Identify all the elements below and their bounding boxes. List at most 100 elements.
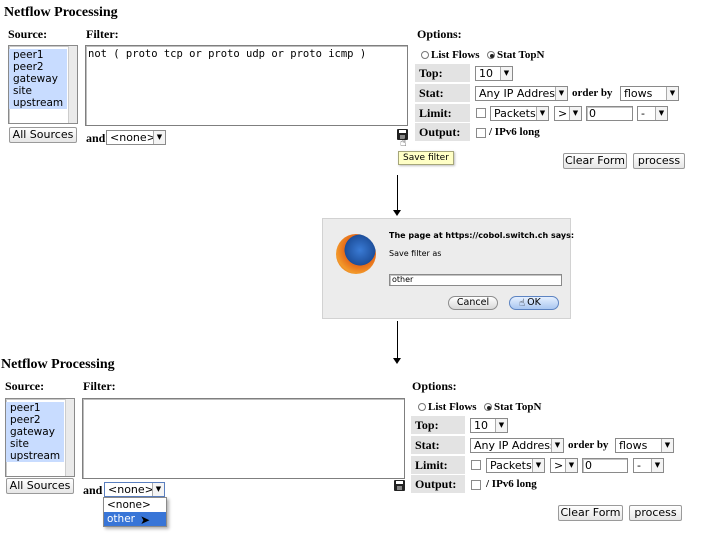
source-item-peer1[interactable]: peer1 xyxy=(9,49,67,61)
source-item-peer1[interactable]: peer1 xyxy=(6,402,64,414)
limit-unit-value: - xyxy=(641,107,645,120)
stat-topn-radio[interactable] xyxy=(484,403,492,411)
source-list[interactable]: peer1 peer2 gateway site upstream xyxy=(8,45,78,124)
limit-value-input[interactable]: 0 xyxy=(582,458,628,473)
stat-label: Stat: xyxy=(415,84,470,102)
options-label: Options: xyxy=(412,379,457,393)
stat-topn-label: Stat TopN xyxy=(494,401,542,413)
limit-value-input[interactable]: 0 xyxy=(586,106,633,121)
and-label: and xyxy=(83,483,103,497)
limit-operator-select[interactable]: > ▼ xyxy=(554,106,582,121)
order-by-label: order by xyxy=(568,439,609,451)
stat-select[interactable]: Any IP Address ▼ xyxy=(470,438,564,453)
output-checkbox[interactable] xyxy=(471,480,481,490)
ipv6-long-label: / IPv6 long xyxy=(489,126,540,138)
options-label: Options: xyxy=(417,27,462,41)
chevron-down-icon: ▼ xyxy=(655,107,667,120)
dialog-prompt: Save filter as xyxy=(389,249,442,258)
clear-form-button[interactable]: Clear Form xyxy=(558,505,623,521)
limit-label: Limit: xyxy=(411,456,465,474)
list-flows-label: List Flows xyxy=(431,49,480,61)
chevron-down-icon: ▼ xyxy=(551,439,563,452)
page-title: Netflow Processing xyxy=(1,357,115,372)
all-sources-button[interactable]: All Sources xyxy=(6,478,74,494)
limit-checkbox[interactable] xyxy=(476,108,486,118)
flow-arrow-line xyxy=(397,175,398,211)
filter-label: Filter: xyxy=(83,379,116,393)
source-list-scrollbar[interactable] xyxy=(65,399,74,476)
chevron-down-icon: ▼ xyxy=(495,419,507,432)
source-list-scrollbar[interactable] xyxy=(68,46,77,123)
all-sources-button[interactable]: All Sources xyxy=(9,127,77,143)
chevron-down-icon: ▼ xyxy=(500,67,512,80)
and-filter-dropdown[interactable]: <none> other xyxy=(103,497,167,527)
dialog-message: The page at https://cobol.switch.ch says… xyxy=(389,231,575,240)
limit-operator-select[interactable]: > ▼ xyxy=(550,458,578,473)
dialog-filter-name-input[interactable]: other xyxy=(389,274,562,286)
source-item-gateway[interactable]: gateway xyxy=(9,73,67,85)
top-label: Top: xyxy=(411,416,465,434)
chevron-down-icon: ▼ xyxy=(651,459,663,472)
chevron-down-icon: ▼ xyxy=(536,107,548,120)
top-select-value: 10 xyxy=(474,419,488,432)
stat-label: Stat: xyxy=(411,436,465,454)
limit-label: Limit: xyxy=(415,104,470,122)
flow-arrow-head xyxy=(393,210,401,216)
source-item-site[interactable]: site xyxy=(6,438,64,450)
and-filter-select-value: <none> xyxy=(108,483,154,496)
top-select[interactable]: 10 ▼ xyxy=(475,66,513,81)
mouse-pointer-icon: ➤ xyxy=(140,513,151,527)
source-item-upstream[interactable]: upstream xyxy=(6,450,64,462)
limit-unit-select[interactable]: - ▼ xyxy=(633,458,664,473)
order-by-label: order by xyxy=(572,87,613,99)
output-label: Output: xyxy=(415,123,470,141)
and-filter-select-value: <none> xyxy=(110,131,156,144)
top-select-value: 10 xyxy=(479,67,493,80)
output-checkbox[interactable] xyxy=(476,128,486,138)
limit-operator-value: > xyxy=(558,107,568,120)
clear-form-button[interactable]: Clear Form xyxy=(563,153,627,169)
limit-checkbox[interactable] xyxy=(471,460,481,470)
source-item-site[interactable]: site xyxy=(9,85,67,97)
process-button[interactable]: process xyxy=(633,153,685,169)
chevron-down-icon: ▼ xyxy=(532,459,544,472)
limit-type-select-value: Packets xyxy=(490,459,532,472)
and-filter-select[interactable]: <none> ▼ xyxy=(106,130,166,145)
dialog-ok-button[interactable]: OK xyxy=(509,296,559,310)
order-by-select-value: flows xyxy=(619,439,648,452)
limit-unit-value: - xyxy=(637,459,641,472)
output-label: Output: xyxy=(411,475,465,493)
dropdown-option-other[interactable]: other xyxy=(104,512,166,526)
save-filter-icon[interactable] xyxy=(394,480,405,491)
order-by-select[interactable]: flows ▼ xyxy=(620,86,679,101)
limit-type-select-value: Packets xyxy=(494,107,536,120)
stat-select-value: Any IP Address xyxy=(479,87,561,100)
limit-unit-select[interactable]: - ▼ xyxy=(637,106,668,121)
flow-arrow-line xyxy=(397,321,398,359)
limit-type-select[interactable]: Packets ▼ xyxy=(486,458,545,473)
chevron-down-icon: ▼ xyxy=(661,439,673,452)
stat-select[interactable]: Any IP Address ▼ xyxy=(475,86,568,101)
list-flows-radio[interactable] xyxy=(418,403,426,411)
and-filter-select[interactable]: <none> ▼ xyxy=(104,482,165,497)
stat-select-value: Any IP Address xyxy=(474,439,556,452)
filter-textarea[interactable]: not ( proto tcp or proto udp or proto ic… xyxy=(85,45,408,126)
dropdown-option-none[interactable]: <none> xyxy=(104,498,166,512)
source-list[interactable]: peer1 peer2 gateway site upstream xyxy=(5,398,75,477)
ipv6-long-label: / IPv6 long xyxy=(486,478,537,490)
top-select[interactable]: 10 ▼ xyxy=(470,418,508,433)
stat-topn-radio[interactable] xyxy=(487,51,495,59)
limit-operator-value: > xyxy=(554,459,564,472)
source-item-upstream[interactable]: upstream xyxy=(9,97,67,109)
source-item-peer2[interactable]: peer2 xyxy=(6,414,64,426)
list-flows-label: List Flows xyxy=(428,401,477,413)
list-flows-radio[interactable] xyxy=(421,51,429,59)
order-by-select[interactable]: flows ▼ xyxy=(615,438,674,453)
source-item-gateway[interactable]: gateway xyxy=(6,426,64,438)
source-label: Source: xyxy=(5,379,45,393)
source-item-peer2[interactable]: peer2 xyxy=(9,61,67,73)
limit-type-select[interactable]: Packets ▼ xyxy=(490,106,549,121)
dialog-cancel-button[interactable]: Cancel xyxy=(448,296,498,310)
filter-textarea[interactable] xyxy=(82,398,405,479)
process-button[interactable]: process xyxy=(629,505,682,521)
